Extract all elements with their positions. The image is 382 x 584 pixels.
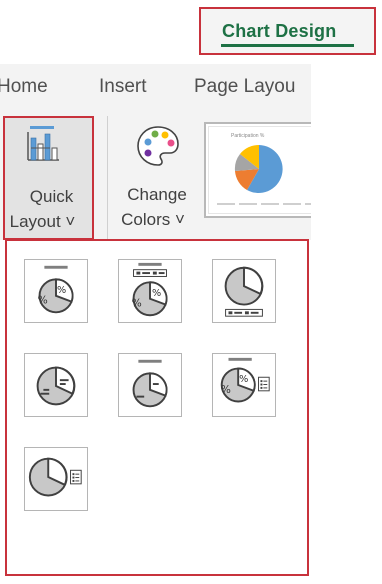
tab-home[interactable]: Home (0, 76, 48, 98)
ribbon-separator (107, 116, 108, 240)
svg-text:%: % (239, 374, 248, 385)
layout-7-option[interactable] (24, 447, 88, 511)
svg-text:%: % (221, 383, 231, 396)
chart-design-tab-label: Chart Design (222, 21, 337, 41)
layout-5-option[interactable] (118, 353, 182, 417)
quick-layout-gallery: % % % % % % (5, 239, 309, 576)
layout-5-icon (132, 359, 168, 408)
active-tab-underline (221, 44, 354, 47)
quick-layout-icon (27, 126, 59, 161)
layout-1-icon: % % (38, 265, 74, 314)
layout-4-option[interactable] (24, 353, 88, 417)
thumbnail-pie-chart (217, 144, 311, 205)
layout-3-option[interactable] (212, 259, 276, 323)
layout-1-option[interactable]: % % (24, 259, 88, 323)
tab-insert[interactable]: Insert (99, 76, 147, 98)
svg-text:%: % (132, 297, 142, 310)
ribbon: Home Insert Page Layou Quick Layout ˅ Ch… (0, 64, 311, 240)
layout-3-icon (224, 266, 264, 317)
chart-design-tab[interactable]: Chart Design (199, 7, 376, 55)
quick-layout-button[interactable]: Quick Layout ˅ (3, 116, 94, 240)
chart-style-thumbnail[interactable]: Participation % (204, 122, 311, 218)
svg-text:%: % (38, 294, 48, 307)
layout-2-icon: % % (132, 262, 168, 317)
palette-icon (137, 126, 179, 166)
change-colors-button[interactable]: Change Colors ˅ (114, 120, 200, 238)
layout-7-icon (28, 457, 82, 497)
svg-text:%: % (152, 288, 161, 299)
quick-layout-label-line1: Quick (29, 187, 74, 206)
tab-page-layout[interactable]: Page Layou (194, 76, 295, 98)
change-colors-label-line1: Change (127, 185, 187, 204)
quick-layout-label-line2: Layout ˅ (9, 212, 76, 231)
layout-6-option[interactable]: % % (212, 353, 276, 417)
layout-6-icon: % % (220, 357, 270, 403)
layout-4-icon (36, 366, 76, 406)
svg-text:%: % (57, 285, 66, 296)
change-colors-label-line2: Colors ˅ (121, 210, 185, 229)
layout-2-option[interactable]: % % (118, 259, 182, 323)
